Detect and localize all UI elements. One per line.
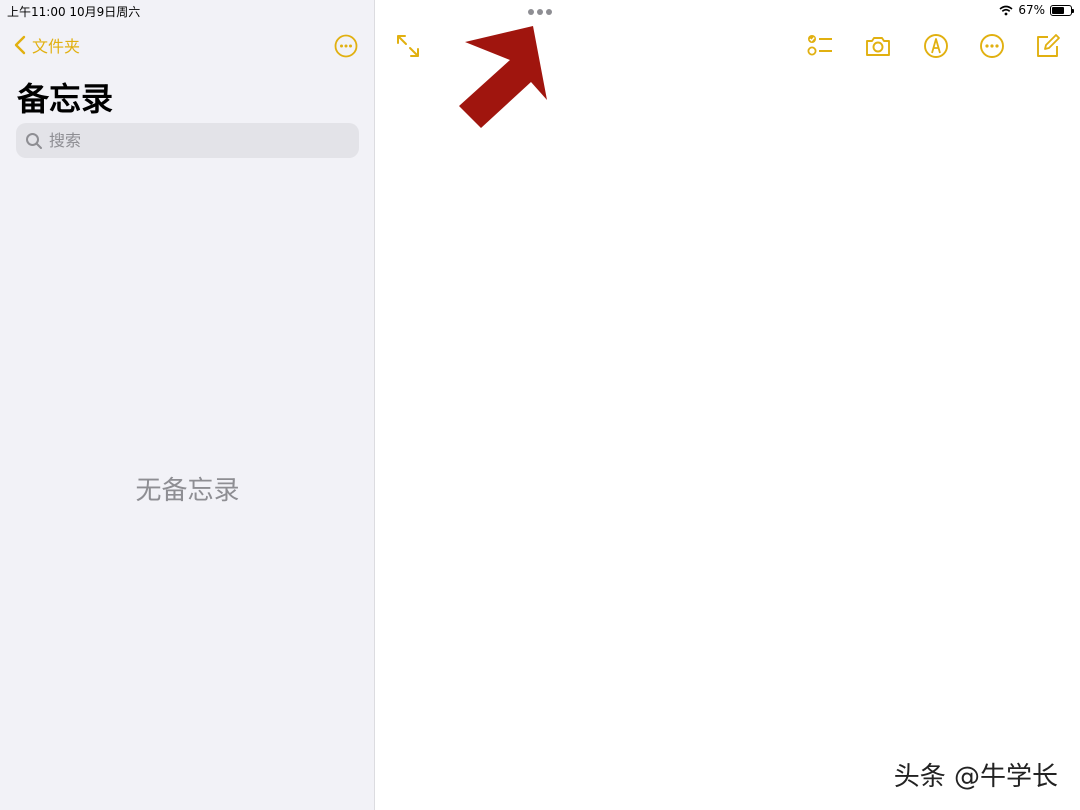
- chevron-left-icon: [14, 35, 26, 55]
- compose-icon[interactable]: [1034, 32, 1062, 60]
- sidebar-more-icon[interactable]: [334, 34, 358, 58]
- search-bar[interactable]: [16, 123, 359, 158]
- page-title: 备忘录: [17, 80, 114, 118]
- multitasking-handle[interactable]: [528, 9, 552, 15]
- search-input[interactable]: [49, 131, 349, 150]
- markup-pen-icon[interactable]: [922, 32, 950, 60]
- notes-app-screen: 上午11:00 10月9日周六 文件夹 备忘录 无备忘录: [0, 0, 1080, 810]
- watermark: 头条 @牛学长: [893, 762, 1058, 792]
- back-button-label: 文件夹: [32, 37, 81, 56]
- battery-icon: [1050, 4, 1074, 16]
- annotation-arrow: [459, 26, 547, 128]
- expand-icon[interactable]: [395, 33, 421, 59]
- notes-sidebar: 上午11:00 10月9日周六 文件夹 备忘录 无备忘录: [0, 0, 375, 810]
- more-icon[interactable]: [978, 32, 1006, 60]
- camera-icon[interactable]: [864, 32, 892, 60]
- checklist-icon[interactable]: [806, 32, 834, 60]
- search-icon: [26, 132, 42, 149]
- status-right: 67%: [999, 3, 1074, 17]
- battery-percent: 67%: [1018, 3, 1045, 17]
- status-time-date: 上午11:00 10月9日周六: [7, 5, 141, 19]
- wifi-icon: [999, 5, 1013, 15]
- back-to-folders-button[interactable]: 文件夹: [14, 33, 80, 57]
- empty-notes-text: 无备忘录: [135, 476, 240, 506]
